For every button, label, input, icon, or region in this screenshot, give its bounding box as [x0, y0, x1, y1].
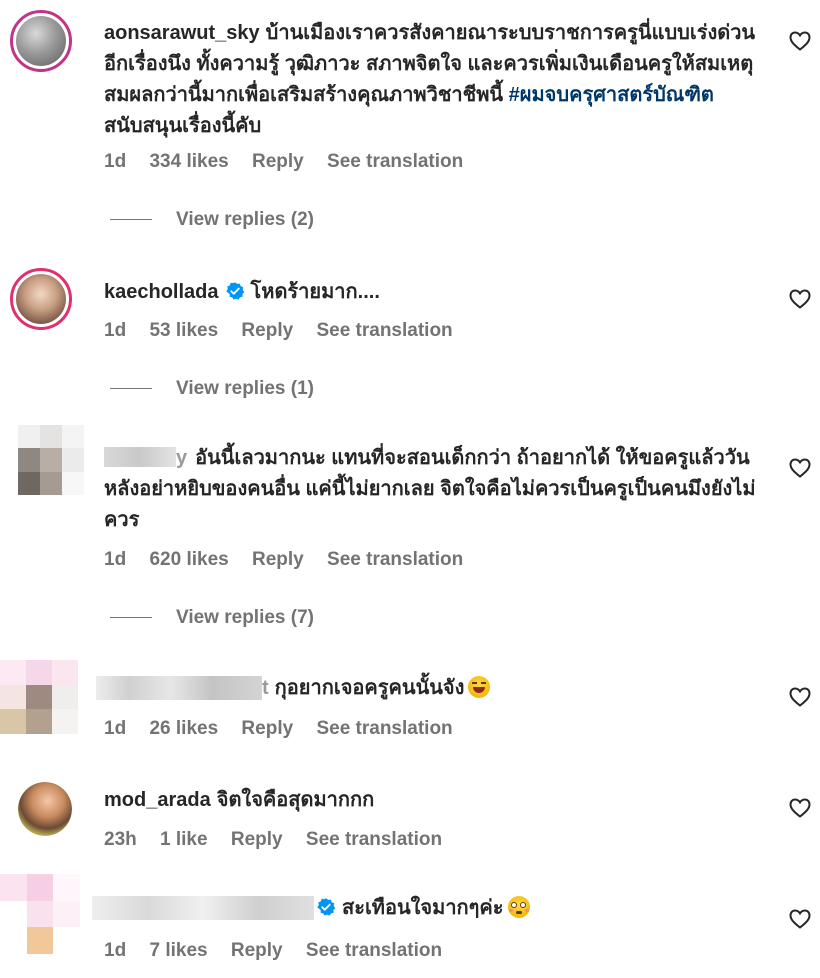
view-replies-button[interactable]: View replies (7) [110, 607, 314, 629]
likes-count[interactable]: 7 likes [149, 940, 207, 961]
avatar-blurred[interactable] [0, 660, 78, 734]
comment-meta: 23h 1 like Reply See translation [104, 829, 460, 851]
comment-time: 23h [104, 829, 137, 850]
reply-button[interactable]: Reply [231, 940, 283, 961]
reply-button[interactable]: Reply [231, 829, 283, 850]
reply-button[interactable]: Reply [252, 549, 304, 570]
comment-text: aonsarawut_sky บ้านเมืองเราควรสังคายณาระบ… [104, 18, 764, 142]
comment-meta: 1d 26 likes Reply See translation [104, 718, 471, 740]
verified-badge-icon [317, 898, 336, 916]
comment-username-partial[interactable]: y [176, 447, 187, 469]
see-translation-button[interactable]: See translation [316, 320, 452, 341]
comment-text: สะเทือนใจมากๆค่ะ [104, 893, 764, 924]
comment-meta: 1d 53 likes Reply See translation [104, 320, 471, 342]
comment-meta: 1d 7 likes Reply See translation [104, 940, 460, 962]
comment-time: 1d [104, 940, 127, 961]
likes-count[interactable]: 334 likes [149, 151, 228, 172]
comment-text: kaechollada โหดร้ายมาก.... [104, 277, 764, 308]
avatar[interactable] [10, 268, 72, 330]
verified-badge-icon [225, 282, 244, 300]
comment-meta: 1d 334 likes Reply See translation [104, 151, 481, 173]
comment-meta: 1d 620 likes Reply See translation [104, 549, 481, 571]
see-translation-button[interactable]: See translation [327, 549, 463, 570]
heart-icon[interactable] [788, 287, 812, 311]
comment-time: 1d [104, 549, 127, 570]
heart-icon[interactable] [788, 907, 812, 931]
avatar[interactable] [18, 782, 72, 836]
see-translation-button[interactable]: See translation [316, 718, 452, 739]
heart-icon[interactable] [788, 796, 812, 820]
reply-button[interactable]: Reply [252, 151, 304, 172]
view-replies-button[interactable]: View replies (1) [110, 378, 314, 400]
comment-body: อันนี้เลวมากนะ แทนที่จะสอนเด็กกว่า ถ้าอย… [104, 447, 756, 531]
laughing-emoji-icon [468, 676, 491, 698]
comment-body: จิตใจคือสุดมากกก [216, 789, 375, 811]
see-translation-button[interactable]: See translation [306, 940, 442, 961]
reply-button[interactable]: Reply [241, 320, 293, 341]
avatar[interactable] [10, 10, 72, 72]
divider [110, 219, 152, 221]
divider [110, 617, 152, 619]
likes-count[interactable]: 53 likes [149, 320, 218, 341]
comment-time: 1d [104, 151, 127, 172]
comment-body: โหดร้ายมาก.... [250, 281, 380, 303]
view-replies-label: View replies (2) [176, 209, 314, 230]
comment-username[interactable]: kaechollada [104, 281, 219, 303]
flushed-emoji-icon [507, 896, 530, 918]
view-replies-button[interactable]: View replies (2) [110, 209, 314, 231]
comment-time: 1d [104, 718, 127, 739]
heart-icon[interactable] [788, 29, 812, 53]
divider [110, 388, 152, 390]
hashtag-link[interactable]: #ผมจบครุศาสตร์บัณฑิต [509, 84, 714, 106]
comment-text: t กุอยากเจอครูคนนั้นจัง [104, 673, 764, 704]
comment-body: กุอยากเจอครูคนนั้นจัง [274, 677, 465, 699]
likes-count[interactable]: 26 likes [149, 718, 218, 739]
likes-count[interactable]: 1 like [160, 829, 208, 850]
see-translation-button[interactable]: See translation [327, 151, 463, 172]
heart-icon[interactable] [788, 685, 812, 709]
avatar-blurred[interactable] [0, 874, 80, 954]
likes-count[interactable]: 620 likes [149, 549, 228, 570]
comment-body: สะเทือนใจมากๆค่ะ [342, 897, 504, 919]
reply-button[interactable]: Reply [241, 718, 293, 739]
comment-time: 1d [104, 320, 127, 341]
see-translation-button[interactable]: See translation [306, 829, 442, 850]
view-replies-label: View replies (7) [176, 607, 314, 628]
comment-body-tail: สนับสนุนเรื่องนี้คับ [104, 115, 262, 137]
view-replies-label: View replies (1) [176, 378, 314, 399]
avatar-blurred[interactable] [18, 425, 84, 495]
comment-text: mod_arada จิตใจคือสุดมากกก [104, 785, 764, 816]
heart-icon[interactable] [788, 456, 812, 480]
comment-username[interactable]: mod_arada [104, 789, 211, 811]
comment-text: y อันนี้เลวมากนะ แทนที่จะสอนเด็กกว่า ถ้าอ… [104, 443, 764, 536]
comment-username-partial[interactable]: t [262, 677, 269, 699]
comment-username[interactable]: aonsarawut_sky [104, 22, 260, 44]
